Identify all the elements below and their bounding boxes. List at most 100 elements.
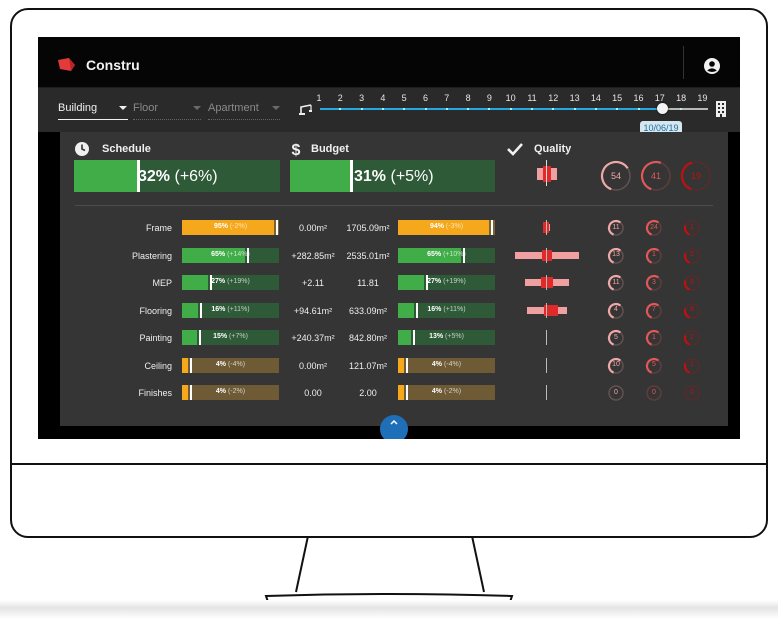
budget-progress-bar[interactable]: 4% (-2%) [398,385,495,400]
schedule-delta: (-2%) [227,388,246,395]
floor-dropdown-underline [133,119,201,120]
timeline-week-label[interactable]: 19 [695,93,709,103]
quality-ring-1[interactable]: 11 [607,274,625,292]
building-dropdown[interactable]: Building [58,99,128,120]
apartment-dropdown-label: Apartment [208,102,259,114]
timeline-slider-handle[interactable] [657,103,668,114]
schedule-progress-bar[interactable]: 15% (+7%) [182,330,279,345]
quality-axis [546,275,547,290]
quality-summary-ring-3[interactable]: 19 [680,160,712,192]
row-label: Ceiling [144,360,172,371]
schedule-progress-bar[interactable]: 4% (-2%) [182,385,279,400]
quality-summary-ring-2[interactable]: 41 [640,160,672,192]
timeline-tick [360,108,363,110]
schedule-progress-bar[interactable]: 16% (+11%) [182,302,279,318]
quality-ring-1-value: 5 [614,333,618,341]
schedule-percent: 27% [211,278,226,285]
quality-ring-1[interactable]: 0 [607,384,625,402]
account-circle-icon[interactable] [704,58,720,74]
row-label: Painting [139,333,172,343]
quality-ring-1[interactable]: 11 [607,219,625,237]
timeline-week-label[interactable]: 15 [610,93,624,103]
timeline-track[interactable] [320,108,708,110]
quality-ring-3[interactable]: 2 [683,247,701,265]
schedule-progress-bar[interactable]: 4% (-4%) [182,357,279,373]
quality-ring-1[interactable]: 13 [607,247,625,265]
timeline-week-label[interactable]: 9 [482,93,496,103]
quality-ring-2[interactable]: 7 [645,302,663,320]
timeline-week-label[interactable]: 3 [355,93,369,103]
timeline-week-label[interactable]: 18 [674,93,688,103]
quality-ring-1[interactable]: 10 [607,357,625,375]
quality-ring-3[interactable]: 8 [683,302,701,320]
budget-progress-bar[interactable]: 65% (+10%) [398,247,495,263]
quality-ring-2[interactable]: 5 [645,357,663,375]
chevron-up-icon [390,419,398,425]
quality-ring-2[interactable]: 1 [645,329,663,347]
timeline-week-label[interactable]: 13 [568,93,582,103]
schedule-progress-bar[interactable]: 65% (+14%) [182,247,279,263]
timeline-tick [573,108,576,110]
quality-ring-2[interactable]: 24 [645,219,663,237]
timeline-tick [637,108,640,110]
timeline-week-label[interactable]: 11 [525,93,539,103]
quality-axis [546,220,547,235]
timeline-week-label[interactable]: 2 [333,93,347,103]
schedule-summary-bar[interactable]: 32% (+6%) [74,160,280,192]
quality-summary-ring-1[interactable]: 54 [600,160,632,192]
timeline-week-label[interactable]: 17 [653,93,667,103]
quality-ring-2[interactable]: 3 [645,274,663,292]
quality-indicator [525,275,569,290]
quality-title: Quality [534,143,572,155]
quality-ring-1-value: 10 [612,361,620,368]
schedule-progress-text: 4% (-4%) [182,361,279,368]
timeline-track-remaining[interactable] [664,108,708,110]
row-label: Flooring [139,305,172,316]
timeline-week-label[interactable]: 1 [312,93,326,103]
monitor-stand [295,536,485,593]
apartment-dropdown[interactable]: Apartment [208,99,280,120]
timeline-week-label[interactable]: 5 [397,93,411,103]
quality-ring-2[interactable]: 1 [645,247,663,265]
budget-progress-bar[interactable]: 27% (+19%) [398,275,495,290]
quality-ring-3[interactable]: 1 [683,219,701,237]
quality-ring-1[interactable]: 5 [607,329,625,347]
budget-progress-bar[interactable]: 16% (+11%) [398,302,495,318]
timeline-week-label[interactable]: 8 [461,93,475,103]
dashboard-panel: Schedule $ Budget Quality 32% (+6%) 31% … [60,132,728,426]
quality-ring-1[interactable]: 4 [607,302,625,320]
timeline-week-label[interactable]: 16 [632,93,646,103]
budget-summary-fill [290,160,350,192]
timeline-week-label[interactable]: 7 [440,93,454,103]
quality-indicator [546,357,547,373]
schedule-delta: (+14%) [227,250,250,258]
timeline-tick [424,108,427,110]
budget-progress-bar[interactable]: 13% (+5%) [398,330,495,345]
budget-progress-bar[interactable]: 94% (-3%) [398,220,495,235]
building-icon[interactable] [715,101,727,117]
timeline-week-label[interactable]: 14 [589,93,603,103]
timeline-week-label[interactable]: 4 [376,93,390,103]
quantity-total: 633.09m² [348,305,388,316]
floor-dropdown-label: Floor [133,102,159,114]
budget-delta: (+5%) [390,168,434,185]
budget-summary-bar[interactable]: 31% (+5%) [290,160,495,192]
quantity-change: 0.00m² [298,223,327,233]
timeline-week-label[interactable]: 10 [504,93,518,103]
timeline-week-label[interactable]: 12 [546,93,560,103]
schedule-progress-bar[interactable]: 27% (+19%) [182,275,279,290]
quality-ring-3[interactable]: 2 [683,329,701,347]
budget-delta: (-2%) [443,388,462,395]
quantity-total: 2.00 [359,388,377,398]
budget-progress-bar[interactable]: 4% (-4%) [398,357,495,373]
expand-button[interactable] [380,415,408,439]
quality-ring-3[interactable]: 8 [683,274,701,292]
timeline-week-label[interactable]: 6 [419,93,433,103]
floor-dropdown[interactable]: Floor [133,99,201,120]
schedule-progress-bar[interactable]: 95% (-2%) [182,220,279,235]
quality-indicator [543,220,550,235]
quality-ring-3[interactable]: 1 [683,357,701,375]
quality-ring-3[interactable]: 0 [683,384,701,402]
quality-ring-2[interactable]: 0 [645,384,663,402]
row-label: Finishes [138,388,172,398]
